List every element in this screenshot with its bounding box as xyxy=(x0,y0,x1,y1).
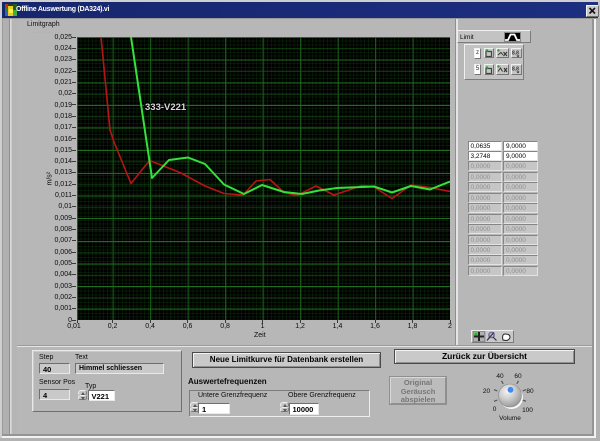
svg-text:333-V221: 333-V221 xyxy=(145,102,187,113)
